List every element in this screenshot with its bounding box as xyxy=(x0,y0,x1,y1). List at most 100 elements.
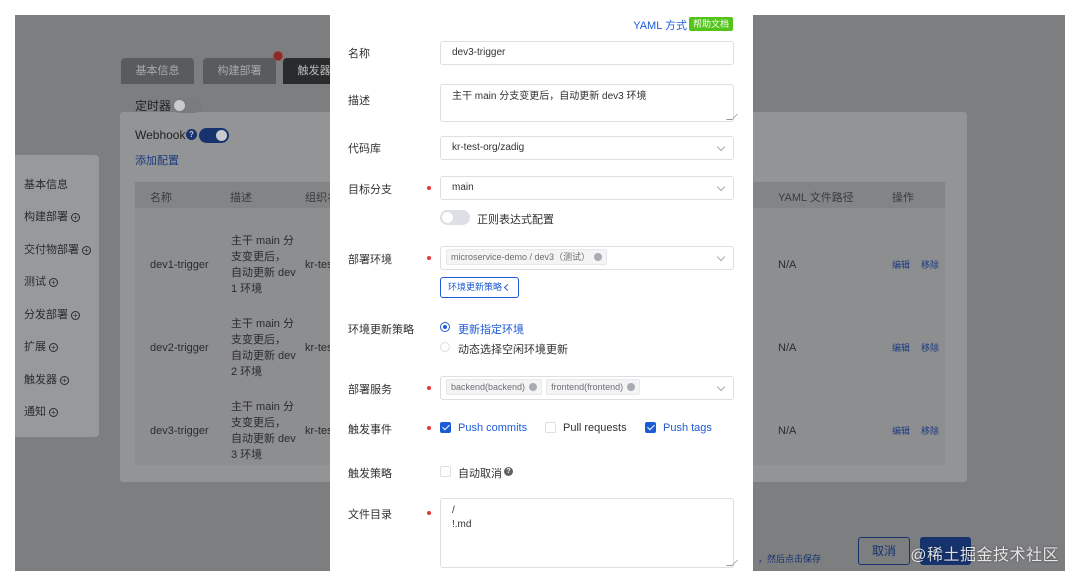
side-nav-label: 交付物部署 xyxy=(24,244,79,256)
side-nav-item-build[interactable]: 构建部署 + xyxy=(24,208,80,224)
env-label: 部署环境 xyxy=(348,254,392,266)
add-config-link[interactable]: 添加配置 xyxy=(135,152,179,168)
name-input[interactable]: dev3-trigger xyxy=(440,41,734,65)
column-header-desc: 描述 xyxy=(230,192,252,204)
resize-handle[interactable] xyxy=(726,560,738,566)
webhook-toggle[interactable] xyxy=(199,128,229,143)
service-tag: frontend(frontend) xyxy=(546,379,641,396)
side-nav-label: 基本信息 xyxy=(24,179,68,191)
desc-line: 自动更新 dev xyxy=(231,350,296,362)
add-circle-icon[interactable]: + xyxy=(49,342,58,352)
branch-select[interactable]: main xyxy=(440,176,734,200)
policy-label: 触发策略 xyxy=(348,468,392,480)
radio-specific-env-label: 更新指定环境 xyxy=(458,324,524,336)
edit-link[interactable]: 编辑 xyxy=(892,423,910,439)
table-cell-desc: 主干 main 分 支变更后， 自动更新 dev 3 环境 xyxy=(231,399,296,463)
checkbox-auto-cancel[interactable] xyxy=(440,466,451,477)
help-icon[interactable]: ? xyxy=(186,129,197,140)
branch-label: 目标分支 xyxy=(348,184,392,196)
tab-build-deploy[interactable]: 构建部署 xyxy=(203,58,276,84)
close-icon[interactable] xyxy=(594,252,603,261)
env-strategy-button-label: 环境更新策略 xyxy=(448,282,503,292)
radio-dynamic-env[interactable] xyxy=(440,342,450,352)
watermark: @稀土掘金技术社区 xyxy=(910,547,1059,564)
table-cell-name: dev3-trigger xyxy=(150,425,209,437)
repo-select[interactable]: kr-test-org/zadig xyxy=(440,136,734,160)
timer-toggle[interactable] xyxy=(172,98,202,113)
close-icon[interactable] xyxy=(529,382,538,391)
push-tags-label: Push tags xyxy=(663,422,712,434)
side-nav-item-distribute[interactable]: 分发部署 + xyxy=(24,306,80,322)
required-marker xyxy=(427,386,431,390)
file-dir-line: / xyxy=(452,505,455,516)
desc-text: 主干 main 分支变更后，自动更新 dev3 环境 xyxy=(452,91,647,102)
desc-line: 主干 main 分 xyxy=(231,318,294,330)
checkbox-push-commits[interactable] xyxy=(440,422,451,433)
remove-link[interactable]: 移除 xyxy=(921,340,939,356)
required-marker xyxy=(427,256,431,260)
cancel-button[interactable]: 取消 xyxy=(858,537,910,565)
help-docs-badge[interactable]: 帮助文档 xyxy=(688,17,733,31)
file-dir-label: 文件目录 xyxy=(348,509,392,521)
desc-line: 1 环境 xyxy=(231,283,263,295)
file-dir-textarea[interactable]: / !.md xyxy=(440,498,738,568)
side-nav-item-extension[interactable]: 扩展 + xyxy=(24,338,58,354)
resize-handle[interactable] xyxy=(726,114,738,120)
add-circle-icon[interactable]: + xyxy=(82,245,91,255)
desc-line: 2 环境 xyxy=(231,366,263,378)
radio-specific-env[interactable] xyxy=(440,322,450,332)
close-icon[interactable] xyxy=(627,382,636,391)
remove-link[interactable]: 移除 xyxy=(921,423,939,439)
add-circle-icon[interactable]: + xyxy=(60,375,69,385)
table-cell-org: kr-tes xyxy=(305,425,333,437)
table-cell-name: dev1-trigger xyxy=(150,259,209,271)
tag-text: frontend(frontend) xyxy=(551,382,624,393)
workflow-side-nav: 基本信息 构建部署 + 交付物部署 + 测试 + 分发部署 + 扩展 + 触发器 + 通知 + xyxy=(15,155,99,437)
name-label: 名称 xyxy=(348,48,370,60)
side-nav-item-basic[interactable]: 基本信息 xyxy=(24,176,68,192)
add-circle-icon[interactable]: + xyxy=(71,212,80,222)
edit-link[interactable]: 编辑 xyxy=(892,257,910,273)
services-select[interactable]: backend(backend) frontend(frontend) xyxy=(440,376,734,400)
required-marker xyxy=(427,511,431,515)
env-strategy-label: 环境更新策略 xyxy=(348,324,414,336)
file-dir-line: !.md xyxy=(452,519,472,530)
side-nav-item-trigger[interactable]: 触发器 + xyxy=(24,371,69,387)
remove-link[interactable]: 移除 xyxy=(921,257,939,273)
help-icon[interactable]: ? xyxy=(504,467,513,476)
add-circle-icon[interactable]: + xyxy=(71,310,80,320)
desc-line: 支变更后， xyxy=(231,251,286,263)
tab-basic-info[interactable]: 基本信息 xyxy=(121,58,194,84)
side-nav-item-artifact[interactable]: 交付物部署 + xyxy=(24,241,91,257)
events-label: 触发事件 xyxy=(348,424,392,436)
side-nav-item-test[interactable]: 测试 + xyxy=(24,273,58,289)
env-select[interactable]: microservice-demo / dev3（测试） xyxy=(440,246,734,270)
trigger-edit-drawer: YAML 方式 帮助文档 名称 dev3-trigger 描述 主干 main … xyxy=(330,15,753,571)
regex-toggle[interactable] xyxy=(440,210,470,225)
add-circle-icon[interactable]: + xyxy=(49,407,58,417)
checkbox-pull-requests[interactable] xyxy=(545,422,556,433)
chevron-left-icon xyxy=(503,283,512,292)
desc-line: 自动更新 dev xyxy=(231,433,296,445)
chevron-down-icon xyxy=(716,382,726,392)
required-marker xyxy=(427,186,431,190)
branch-value: main xyxy=(452,182,474,193)
webhook-label: Webhook xyxy=(135,128,186,142)
checkbox-push-tags[interactable] xyxy=(645,422,656,433)
page-backdrop: 基本信息 构建部署 + 交付物部署 + 测试 + 分发部署 + 扩展 + 触发器 + 通知 +… xyxy=(15,15,1065,571)
desc-label: 描述 xyxy=(348,95,370,107)
env-strategy-button[interactable]: 环境更新策略 xyxy=(440,277,519,298)
table-cell-org: kr-tes xyxy=(305,259,333,271)
repo-label: 代码库 xyxy=(348,143,381,155)
side-nav-item-notify[interactable]: 通知 + xyxy=(24,403,58,419)
side-nav-label: 构建部署 xyxy=(24,211,68,223)
desc-line: 3 环境 xyxy=(231,449,263,461)
desc-line: 主干 main 分 xyxy=(231,235,294,247)
desc-line: 支变更后， xyxy=(231,334,286,346)
yaml-mode-link[interactable]: YAML 方式 xyxy=(633,17,687,33)
add-circle-icon[interactable]: + xyxy=(49,277,58,287)
edit-link[interactable]: 编辑 xyxy=(892,340,910,356)
side-nav-label: 分发部署 xyxy=(24,309,68,321)
table-cell-org: kr-tes xyxy=(305,342,333,354)
desc-textarea[interactable]: 主干 main 分支变更后，自动更新 dev3 环境 xyxy=(440,84,738,122)
